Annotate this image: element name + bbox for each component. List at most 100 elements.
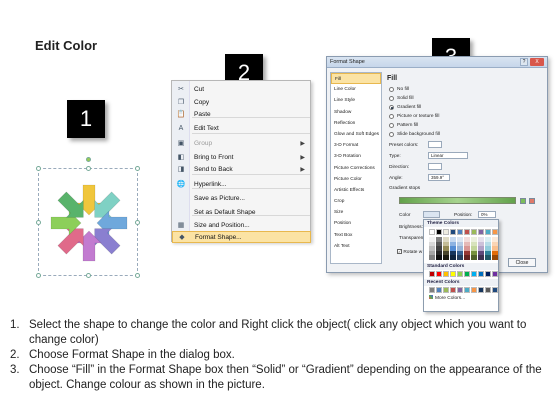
menu-item-save-as-picture[interactable]: Save as Picture... <box>172 192 311 204</box>
rotate-with-shape-checkbox[interactable]: ✓ Rotate w <box>397 249 422 255</box>
theme-shade-swatch[interactable] <box>485 255 491 260</box>
theme-color-swatch[interactable] <box>436 229 442 235</box>
nav-item-text-box[interactable]: Text Box <box>331 230 381 241</box>
recent-color-swatch[interactable] <box>485 286 491 293</box>
rotation-handle[interactable] <box>86 157 91 162</box>
theme-color-swatch[interactable] <box>471 229 477 235</box>
theme-color-swatch[interactable] <box>478 229 484 235</box>
theme-color-swatch[interactable] <box>450 229 456 235</box>
theme-shade-column <box>443 237 449 260</box>
gradient-stops-bar[interactable] <box>399 197 516 204</box>
standard-color-swatch[interactable] <box>443 270 449 277</box>
radio-picture-or-texture-fill[interactable]: Picture or texture fill <box>389 114 439 119</box>
standard-color-swatch[interactable] <box>485 270 491 277</box>
standard-color-swatch[interactable] <box>457 270 463 277</box>
direction-label: Direction: <box>389 165 410 170</box>
nav-item-position[interactable]: Position <box>331 218 381 229</box>
nav-item-reflection[interactable]: Reflection <box>331 118 381 129</box>
theme-shade-swatch[interactable] <box>464 255 470 260</box>
menu-item-group[interactable]: ▣ Group ▶ <box>172 137 311 149</box>
radio-pattern-fill[interactable]: Pattern fill <box>389 123 418 128</box>
recent-color-swatch[interactable] <box>436 286 442 293</box>
paste-icon: 📋 <box>176 111 186 118</box>
add-stop-icon[interactable] <box>520 198 526 204</box>
theme-shade-swatch[interactable] <box>457 255 463 260</box>
nav-item-glow-and-soft-edges[interactable]: Glow and Soft Edges <box>331 129 381 140</box>
theme-shade-column <box>429 237 435 260</box>
nav-item-crop[interactable]: Crop <box>331 196 381 207</box>
standard-color-swatch[interactable] <box>450 270 456 277</box>
nav-item-artistic-effects[interactable]: Artistic Effects <box>331 185 381 196</box>
recent-color-swatch[interactable] <box>450 286 456 293</box>
radio-gradient-fill[interactable]: Gradient fill <box>389 105 421 110</box>
nav-item-picture-color[interactable]: Picture Color <box>331 174 381 185</box>
instruction-text: Select the shape to change the color and… <box>29 319 527 346</box>
theme-color-swatch[interactable] <box>492 229 498 235</box>
position-input[interactable]: 0% <box>478 211 496 218</box>
radio-solid-fill[interactable]: Solid fill <box>389 96 414 101</box>
nav-item-line-style[interactable]: Line Style <box>331 95 381 106</box>
type-select[interactable]: Linear <box>428 152 468 159</box>
close-icon[interactable]: X <box>530 58 544 66</box>
standard-color-swatch[interactable] <box>478 270 484 277</box>
theme-shade-swatch[interactable] <box>450 255 456 260</box>
more-colors-link[interactable]: More Colors... <box>424 294 498 301</box>
theme-shade-swatch[interactable] <box>443 255 449 260</box>
nav-item-line-color[interactable]: Line Color <box>331 84 381 95</box>
instruction-number: 1. <box>10 319 20 331</box>
menu-item-label: Size and Position... <box>194 221 250 229</box>
theme-shade-swatch[interactable] <box>478 255 484 260</box>
theme-shade-swatch[interactable] <box>436 255 442 260</box>
standard-color-swatch[interactable] <box>492 270 498 277</box>
nav-item-picture-corrections[interactable]: Picture Corrections <box>331 163 381 174</box>
theme-shade-swatch[interactable] <box>492 255 498 260</box>
menu-item-set-as-default-shape[interactable]: Set as Default Shape <box>172 206 311 218</box>
theme-color-swatch[interactable] <box>443 229 449 235</box>
recent-color-swatch[interactable] <box>443 286 449 293</box>
standard-color-swatch[interactable] <box>471 270 477 277</box>
menu-item-format-shape[interactable]: ◆ Format Shape... <box>172 231 311 243</box>
radio-slide-background-fill[interactable]: Slide background fill <box>389 132 440 137</box>
nav-item-3-d-rotation[interactable]: 3-D Rotation <box>331 151 381 162</box>
standard-color-swatch[interactable] <box>464 270 470 277</box>
menu-item-size-and-position[interactable]: ▦ Size and Position... <box>172 219 311 231</box>
menu-item-bring-to-front[interactable]: ◧ Bring to Front ▶ <box>172 151 311 163</box>
nav-item-alt-text[interactable]: Alt Text <box>331 241 381 252</box>
copy-icon: ❐ <box>177 99 185 106</box>
recent-color-swatch[interactable] <box>492 286 498 293</box>
recent-color-swatch[interactable] <box>464 286 470 293</box>
preset-colors-dropdown[interactable] <box>428 141 442 148</box>
nav-item-fill[interactable]: Fill <box>331 73 381 85</box>
menu-item-paste[interactable]: 📋 Paste <box>172 108 311 120</box>
color-dropdown[interactable] <box>423 211 440 218</box>
selected-shape[interactable] <box>36 157 140 278</box>
remove-stop-icon[interactable] <box>529 198 535 204</box>
theme-color-swatch[interactable] <box>464 229 470 235</box>
menu-separator <box>192 188 310 189</box>
help-button[interactable]: ? <box>520 58 528 66</box>
type-label: Type: <box>389 154 401 159</box>
theme-color-swatch[interactable] <box>485 229 491 235</box>
standard-color-swatch[interactable] <box>436 270 442 277</box>
menu-item-copy[interactable]: ❐ Copy <box>172 96 311 108</box>
recent-color-swatch[interactable] <box>457 286 463 293</box>
angle-input[interactable]: 359.9° <box>428 174 450 181</box>
theme-color-swatch[interactable] <box>429 229 435 235</box>
format-shape-icon: ◆ <box>179 234 185 241</box>
theme-shade-swatch[interactable] <box>429 255 435 260</box>
theme-shade-swatch[interactable] <box>471 255 477 260</box>
direction-dropdown[interactable] <box>428 163 442 170</box>
nav-item-size[interactable]: Size <box>331 207 381 218</box>
converging-arrows-graphic <box>50 184 128 262</box>
menu-item-cut[interactable]: ✂ Cut <box>172 83 311 95</box>
recent-color-swatch[interactable] <box>471 286 477 293</box>
radio-button-icon <box>389 132 394 137</box>
recent-color-swatch[interactable] <box>429 286 435 293</box>
nav-item-shadow[interactable]: Shadow <box>331 107 381 118</box>
nav-item-3-d-format[interactable]: 3-D Format <box>331 140 381 151</box>
radio-no-fill[interactable]: No fill <box>389 87 409 92</box>
theme-color-swatch[interactable] <box>457 229 463 235</box>
standard-color-swatch[interactable] <box>429 270 435 277</box>
close-button[interactable]: Close <box>508 258 536 267</box>
recent-color-swatch[interactable] <box>478 286 484 293</box>
